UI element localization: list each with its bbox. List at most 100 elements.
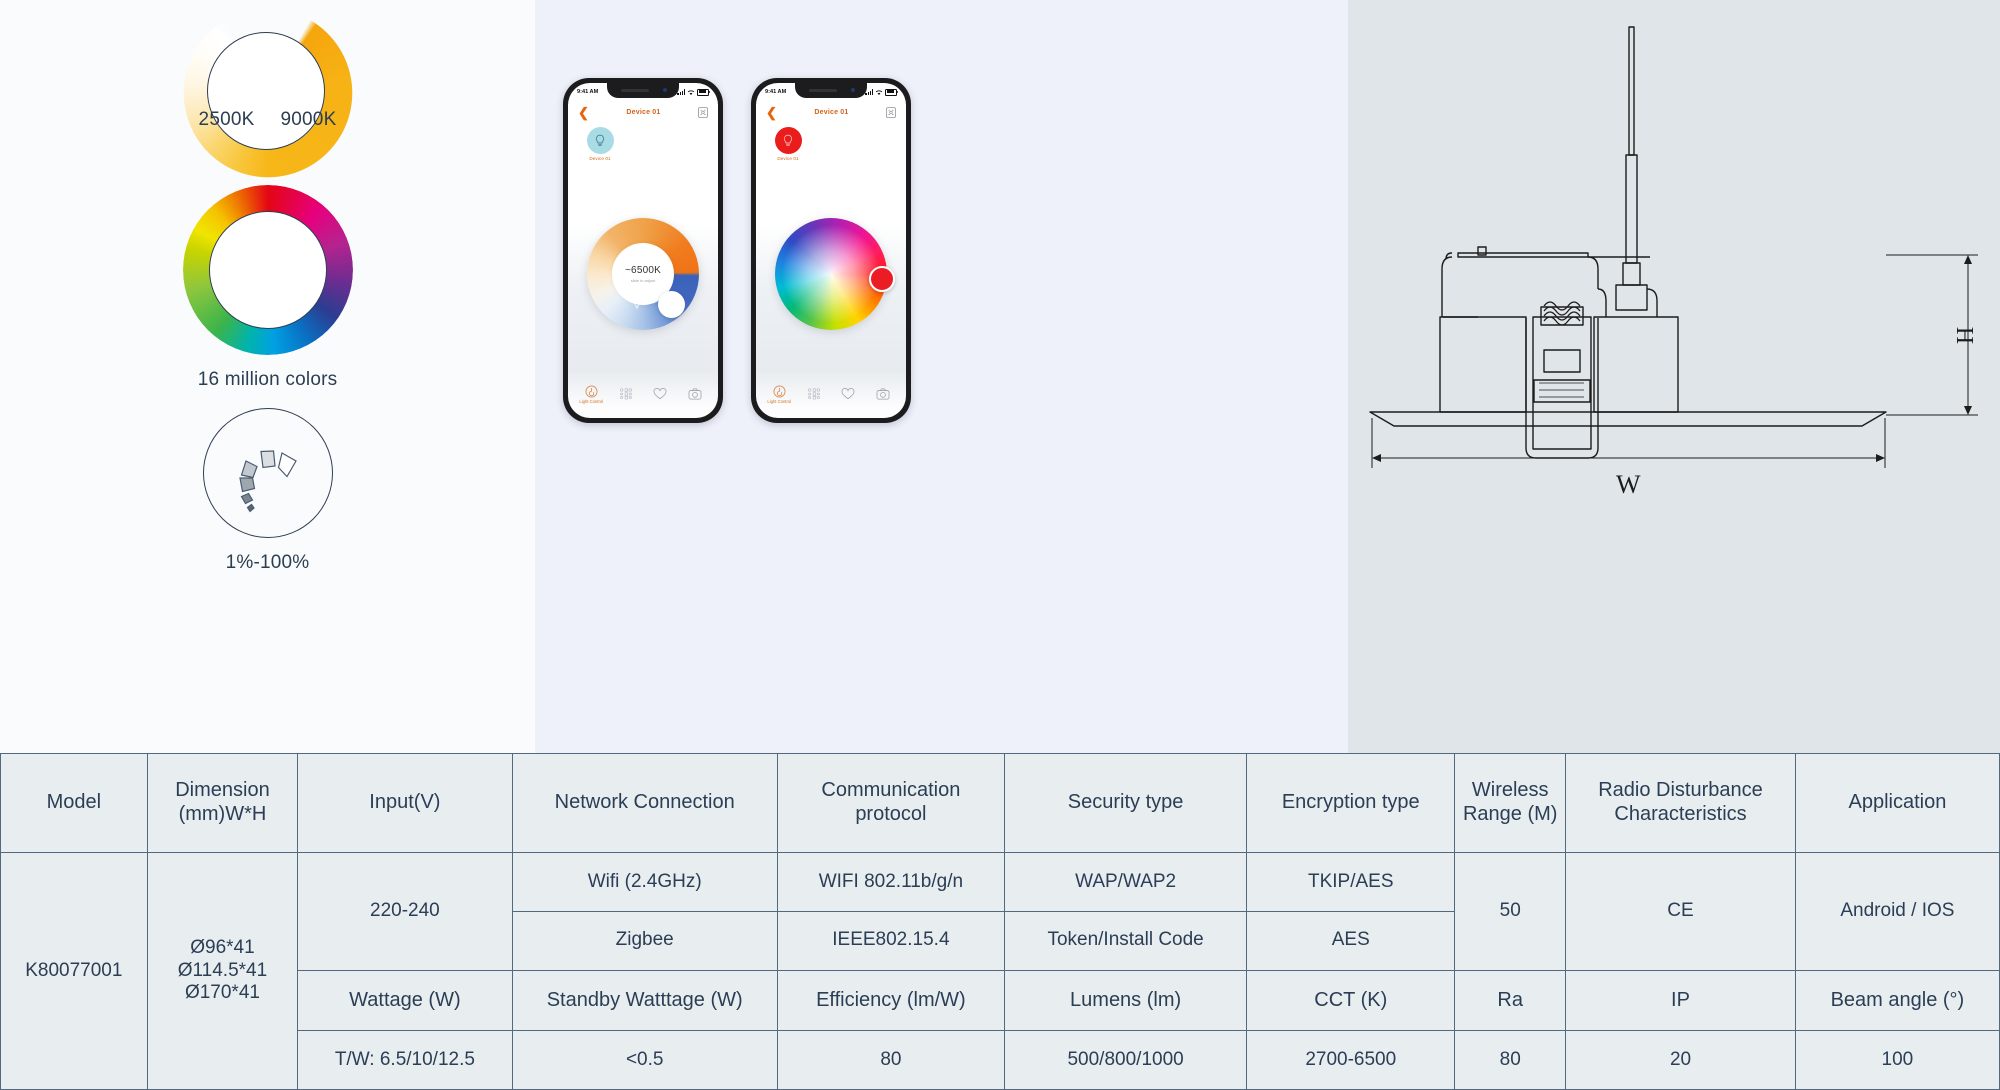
th-encryption-type: Encryption type <box>1246 753 1456 853</box>
specification-table: Model Dimension (mm)W*H Input(V) Network… <box>0 753 2000 1090</box>
tab-favorites[interactable] <box>832 387 864 401</box>
phone-notch <box>795 83 867 98</box>
td-network-wifi: Wifi (2.4GHz) <box>511 852 778 912</box>
td-efficiency: 80 <box>776 1030 1005 1090</box>
status-icons <box>865 88 898 96</box>
td-security-zigbee: Token/Install Code <box>1003 910 1248 971</box>
phone-notch <box>607 83 679 98</box>
qr-scan-icon[interactable] <box>698 106 708 118</box>
cct-value: ~6500K <box>625 265 661 276</box>
cct-value-sub: slide to adjust <box>630 278 656 283</box>
qr-scan-icon[interactable] <box>886 106 896 118</box>
feature-dimming: 1%-100% <box>0 408 535 574</box>
cct-color-wheel[interactable]: ~6500K slide to adjust <box>587 218 699 330</box>
td-protocol-zigbee: IEEE802.15.4 <box>776 910 1005 971</box>
rgb-color-wheel[interactable] <box>775 218 895 330</box>
th-input: Input(V) <box>297 753 513 853</box>
status-time: 9:41 AM <box>577 89 599 95</box>
th-protocol-line2: protocol <box>855 803 927 825</box>
th-radio-disturbance: Radio Disturbance Characteristics <box>1565 753 1796 853</box>
bottom-tab-bar-cct: Light Control <box>568 380 718 408</box>
th-dimension: Dimension (mm)W*H <box>146 753 299 853</box>
table-header-row: Model Dimension (mm)W*H Input(V) Network… <box>0 753 2000 853</box>
td-dimension-1: Ø114.5*41 <box>177 959 268 981</box>
th-radio-line2: Characteristics <box>1614 803 1747 825</box>
th-wireless-range: Wireless Range (M) <box>1454 753 1567 853</box>
th-efficiency: Efficiency (lm/W) <box>776 969 1005 1032</box>
tab-light-control[interactable]: Light Control <box>575 385 607 404</box>
dimension-label-h: H <box>1953 326 1980 345</box>
dimension-label-w: W <box>1616 470 1641 499</box>
tab-scenes[interactable] <box>798 387 830 401</box>
td-encryption-zigbee: AES <box>1246 910 1456 971</box>
feature-rgb-colors: 16 million colors <box>0 185 535 391</box>
rgb-inner-circle <box>208 211 327 329</box>
technical-drawing-panel: H W <box>1348 0 2000 753</box>
th-radio-line1: Radio Disturbance <box>1598 779 1763 802</box>
dimming-ring <box>202 408 333 538</box>
th-wireless-line2: Range (M) <box>1462 803 1558 825</box>
phone-mockup-cct: 9:41 AM ❮ Device 01 Device 01 ~6500K sli… <box>563 78 723 423</box>
td-dimension-0: Ø96*41 <box>190 936 255 958</box>
th-network-connection: Network Connection <box>511 753 778 853</box>
cct-low-label: 2500K <box>198 109 255 130</box>
back-chevron-icon[interactable]: ❮ <box>766 106 777 119</box>
rgb-selector-knob[interactable] <box>869 266 895 292</box>
product-spec-sheet: 2500K 9000K 16 million colors 1%-100% 9:… <box>0 0 2000 1090</box>
features-panel: 2500K 9000K 16 million colors 1%-100% <box>0 0 535 753</box>
td-standby-wattage: <0.5 <box>511 1030 778 1090</box>
th-ra: Ra <box>1454 969 1567 1032</box>
td-radio-disturbance: CE <box>1565 852 1796 971</box>
th-protocol-line1: Communication <box>821 779 961 802</box>
rgb-label: 16 million colors <box>197 369 338 390</box>
app-screens-panel: 9:41 AM ❮ Device 01 Device 01 ~6500K sli… <box>535 0 1348 753</box>
device-chip-cct[interactable]: Device 01 <box>580 127 620 161</box>
device-chip-rgb[interactable]: Device 01 <box>768 127 808 161</box>
th-ip: IP <box>1565 969 1796 1032</box>
td-cct: 2700-6500 <box>1246 1030 1456 1090</box>
th-wireless-line1: Wireless <box>1471 779 1549 802</box>
th-model: Model <box>0 753 148 853</box>
th-dimension-line2: (mm)W*H <box>178 803 267 825</box>
scene-grid-icon <box>807 388 820 400</box>
battery-icon <box>885 88 898 96</box>
th-cct: CCT (K) <box>1246 969 1456 1032</box>
th-security-type: Security type <box>1003 753 1248 853</box>
bottom-tab-bar-rgb: Light Control <box>756 380 906 408</box>
td-input: 220-240 <box>297 852 513 971</box>
dimming-label: 1%-100% <box>225 552 310 573</box>
dimming-segments-icon <box>238 450 297 513</box>
tab-camera[interactable] <box>867 387 899 401</box>
tab-scenes[interactable] <box>610 387 642 401</box>
feature-color-temperature: 2500K 9000K <box>0 8 535 178</box>
battery-icon <box>697 88 710 96</box>
cct-slider-knob[interactable] <box>658 291 685 318</box>
tab-favorites[interactable] <box>644 387 676 401</box>
device-bulb-icon <box>586 127 614 154</box>
table-row-wifi: K80077001 Ø96*41 Ø114.5*41 Ø170*41 220-2… <box>0 852 2000 1090</box>
td-dimension-2: Ø170*41 <box>184 982 260 1004</box>
td-ip: 20 <box>1565 1030 1796 1090</box>
td-model: K80077001 <box>0 852 148 1090</box>
tab-light-control-label: Light Control <box>767 398 792 404</box>
app-bar-title: Device 01 <box>814 108 849 116</box>
speaker-icon <box>809 89 837 92</box>
camera-icon <box>688 387 702 400</box>
hero-band: 2500K 9000K 16 million colors 1%-100% 9:… <box>0 0 2000 753</box>
phone-screen-cct: 9:41 AM ❮ Device 01 Device 01 ~6500K sli… <box>568 83 718 418</box>
camera-icon <box>876 387 890 400</box>
td-protocol-wifi: WIFI 802.11b/g/n <box>776 852 1005 912</box>
device-bulb-icon <box>774 127 802 154</box>
td-lumens: 500/800/1000 <box>1003 1030 1248 1090</box>
speaker-icon <box>621 89 649 92</box>
td-dimension: Ø96*41 Ø114.5*41 Ø170*41 <box>146 852 299 1090</box>
back-chevron-icon[interactable]: ❮ <box>578 106 589 119</box>
th-dimension-line1: Dimension <box>175 779 270 802</box>
device-chip-label: Device 01 <box>589 156 611 161</box>
th-communication-protocol: Communication protocol <box>776 753 1005 853</box>
tab-light-control[interactable]: Light Control <box>763 385 795 404</box>
heart-icon <box>841 387 855 399</box>
cct-inner-circle <box>206 32 325 150</box>
tab-camera[interactable] <box>679 387 711 401</box>
td-application: Android / IOS <box>1794 852 2000 971</box>
